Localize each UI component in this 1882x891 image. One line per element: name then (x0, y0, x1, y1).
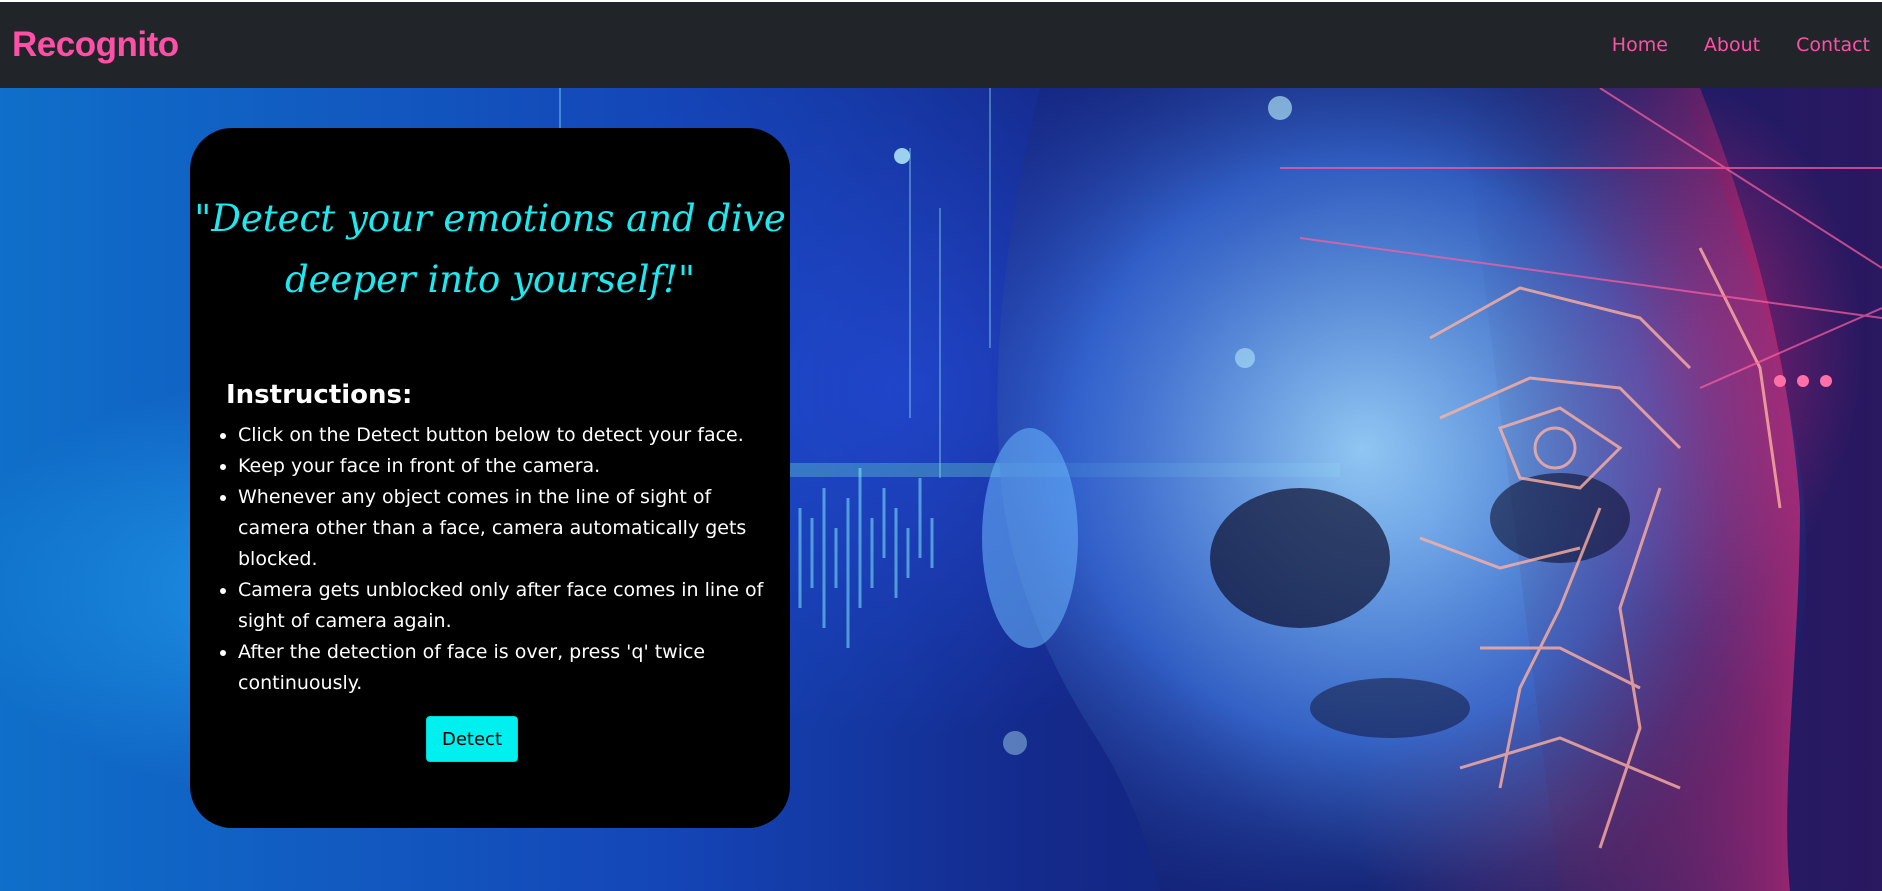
instructions-list: Click on the Detect button below to dete… (220, 420, 768, 699)
instructions-card: "Detect your emotions and dive deeper in… (190, 128, 790, 828)
nav-link-home[interactable]: Home (1612, 34, 1668, 56)
list-item: After the detection of face is over, pre… (220, 637, 768, 699)
nav-link-about[interactable]: About (1704, 34, 1760, 56)
navbar: Recognito Home About Contact (0, 2, 1882, 88)
list-item: Keep your face in front of the camera. (220, 451, 768, 482)
nav-links: Home About Contact (1612, 34, 1870, 56)
hero-section: "Detect your emotions and dive deeper in… (0, 88, 1882, 891)
instructions-heading: Instructions: (226, 380, 413, 410)
tagline-quote: "Detect your emotions and dive deeper in… (194, 197, 786, 301)
list-item: Whenever any object comes in the line of… (220, 482, 768, 575)
detect-button[interactable]: Detect (426, 716, 518, 762)
nav-link-contact[interactable]: Contact (1796, 34, 1870, 56)
list-item: Camera gets unblocked only after face co… (220, 575, 768, 637)
brand-logo[interactable]: Recognito (12, 25, 179, 65)
list-item: Click on the Detect button below to dete… (220, 420, 768, 451)
